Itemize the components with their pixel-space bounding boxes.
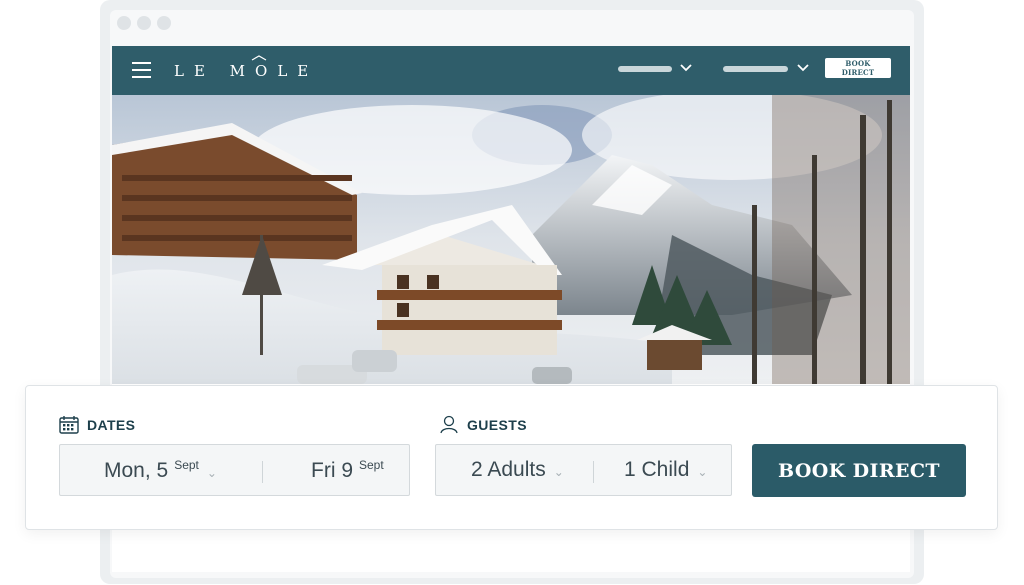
adults-select[interactable]: 2 Adults ⌄: [471, 458, 564, 482]
window-minimize-dot[interactable]: [137, 16, 151, 30]
site-logo[interactable]: LE MOLE: [174, 62, 318, 80]
chevron-down-icon: ⌄: [206, 466, 217, 480]
nav-menu-1[interactable]: [618, 66, 672, 72]
checkout-date-select[interactable]: Fri 9 Sept: [311, 458, 384, 483]
nav-menu-2[interactable]: [723, 66, 788, 72]
guests-divider: [593, 461, 594, 483]
user-icon: [440, 415, 458, 434]
header-book-direct-button[interactable]: BOOK DIRECT: [825, 58, 891, 78]
logo-mountain-icon: [251, 55, 267, 61]
chevron-down-icon: ⌄: [553, 465, 564, 479]
dates-field[interactable]: Mon, 5 Sept ⌄ Fri 9 Sept: [59, 444, 410, 496]
checkout-month: Sept: [359, 458, 384, 472]
chevron-down-icon: ⌄: [697, 465, 708, 479]
guests-section-label: GUESTS: [439, 415, 527, 434]
guests-label: GUESTS: [467, 416, 527, 433]
guests-field[interactable]: 2 Adults ⌄ 1 Child ⌄: [435, 444, 732, 496]
site-header: LE MOLE BOOK DIRECT: [112, 46, 910, 95]
checkin-date-value: Mon, 5: [104, 459, 169, 482]
checkout-date-value: Fri 9: [311, 459, 353, 482]
book-direct-button[interactable]: BOOK DIRECT: [752, 444, 966, 497]
children-select[interactable]: 1 Child ⌄: [624, 458, 707, 482]
window-close-dot[interactable]: [117, 16, 131, 30]
dates-divider: [262, 461, 263, 483]
window-controls: [117, 16, 171, 30]
calendar-icon: [59, 416, 79, 434]
hero-image: [112, 95, 910, 384]
dates-label: DATES: [87, 416, 136, 433]
chevron-down-icon[interactable]: [797, 62, 809, 72]
chevron-down-icon[interactable]: [680, 62, 692, 72]
booking-widget: DATES Mon, 5 Sept ⌄ Fri 9 Sept GUESTS 2 Adu…: [25, 385, 998, 530]
children-value: 1 Child: [624, 458, 690, 481]
dates-section-label: DATES: [59, 415, 135, 434]
hamburger-icon[interactable]: [132, 62, 151, 79]
checkin-date-select[interactable]: Mon, 5 Sept ⌄: [104, 458, 217, 483]
adults-value: 2 Adults: [471, 458, 546, 481]
checkin-month: Sept: [174, 458, 199, 472]
window-maximize-dot[interactable]: [157, 16, 171, 30]
